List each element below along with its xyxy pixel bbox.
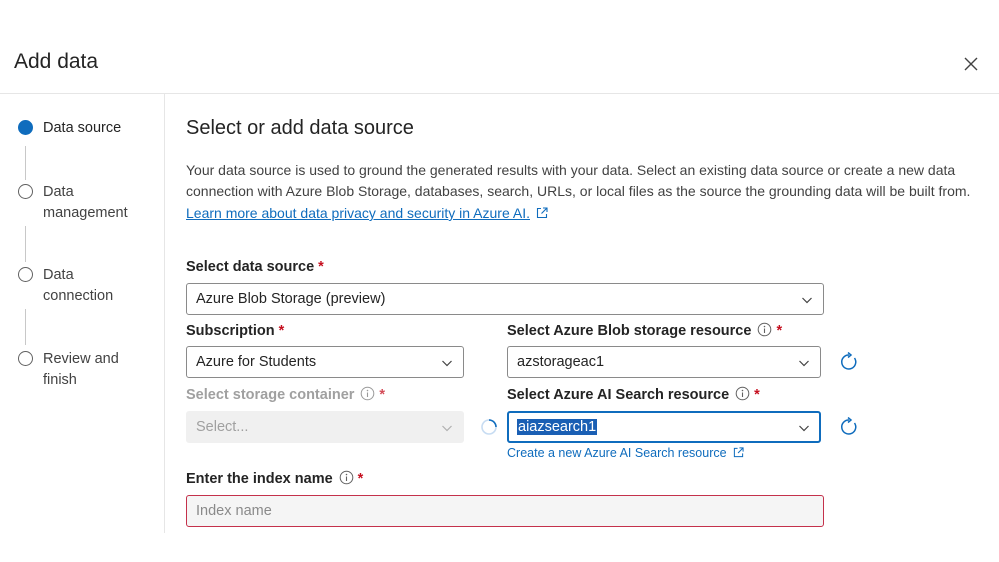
step-indicator xyxy=(18,351,33,366)
subscription-select[interactable]: Azure for Students xyxy=(186,346,464,378)
chevron-down-icon xyxy=(799,425,809,432)
required-marker: * xyxy=(379,387,386,403)
step-review-and-finish[interactable]: Review and finish xyxy=(18,349,143,391)
data-source-value: Azure Blob Storage (preview) xyxy=(196,291,386,307)
step-data-source[interactable]: Data source xyxy=(18,118,143,139)
storage-container-label: Select storage container * xyxy=(186,386,386,403)
learn-more-link-text: Learn more about data privacy and securi… xyxy=(186,205,530,221)
dialog-title: Add data xyxy=(14,50,99,73)
info-icon xyxy=(361,386,375,401)
create-search-resource-link-text: Create a new Azure AI Search resource xyxy=(507,446,727,460)
refresh-blob-button[interactable] xyxy=(839,351,859,372)
storage-container-select: Select... xyxy=(186,411,464,443)
required-marker: * xyxy=(754,387,760,403)
refresh-icon xyxy=(841,351,857,370)
step-label: Data connection xyxy=(43,267,114,304)
step-connector xyxy=(25,146,26,180)
chevron-down-icon xyxy=(802,297,812,304)
refresh-icon xyxy=(841,416,857,435)
subscription-value: Azure for Students xyxy=(196,354,317,370)
section-title: Select or add data source xyxy=(186,117,414,139)
info-icon[interactable] xyxy=(339,470,354,485)
step-indicator xyxy=(18,267,33,282)
external-link-icon xyxy=(536,207,548,219)
required-marker: * xyxy=(776,323,783,339)
index-name-input[interactable] xyxy=(186,495,824,527)
required-marker: * xyxy=(278,323,285,339)
learn-more-link[interactable]: Learn more about data privacy and securi… xyxy=(186,203,548,224)
external-link-icon xyxy=(733,447,744,458)
step-label: Data source xyxy=(43,120,122,136)
data-source-select[interactable]: Azure Blob Storage (preview) xyxy=(186,283,824,315)
close-icon xyxy=(964,57,978,71)
close-button[interactable] xyxy=(962,55,980,73)
step-data-management[interactable]: Data management xyxy=(18,182,143,224)
search-resource-value: aiazsearch1 xyxy=(517,419,598,435)
search-resource-select[interactable]: aiazsearch1 xyxy=(507,411,821,443)
blob-resource-value: azstorageac1 xyxy=(517,354,605,370)
required-marker: * xyxy=(357,471,364,487)
step-data-connection[interactable]: Data connection xyxy=(18,265,143,307)
blob-resource-label: Select Azure Blob storage resource * xyxy=(507,322,783,339)
step-active-indicator xyxy=(18,120,33,135)
chevron-down-icon xyxy=(442,360,452,367)
header-divider xyxy=(0,93,999,94)
loading-spinner-icon xyxy=(481,419,497,435)
index-name-label: Enter the index name * xyxy=(186,470,364,487)
step-indicator xyxy=(18,184,33,199)
sidebar-divider xyxy=(164,93,165,533)
info-icon[interactable] xyxy=(757,322,772,337)
step-label: Data management xyxy=(43,184,128,221)
info-icon[interactable] xyxy=(735,386,750,401)
search-resource-label: Select Azure AI Search resource * xyxy=(507,386,760,403)
required-marker: * xyxy=(318,259,324,275)
description: Your data source is used to ground the g… xyxy=(186,162,971,199)
data-source-label: Select data source * xyxy=(186,259,324,275)
storage-container-value: Select... xyxy=(196,419,249,435)
step-connector xyxy=(25,309,26,345)
create-search-resource-link[interactable]: Create a new Azure AI Search resource xyxy=(507,446,744,460)
blob-resource-select[interactable]: azstorageac1 xyxy=(507,346,821,378)
chevron-down-icon xyxy=(442,425,452,432)
chevron-down-icon xyxy=(799,360,809,367)
refresh-search-button[interactable] xyxy=(839,416,859,437)
step-label: Review and finish xyxy=(43,351,119,388)
subscription-label: Subscription * xyxy=(186,323,285,339)
step-connector xyxy=(25,226,26,262)
